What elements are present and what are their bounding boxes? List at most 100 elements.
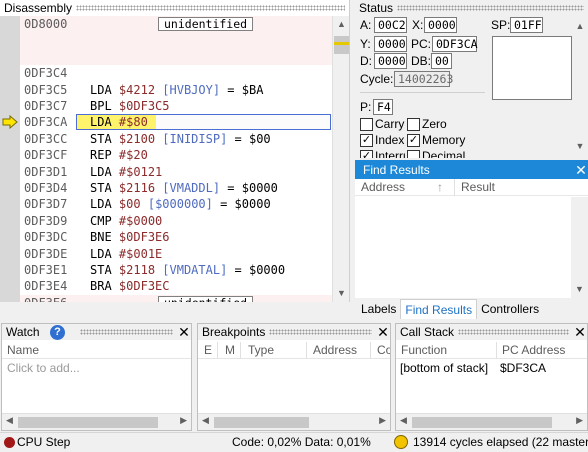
col-type[interactable]: Type [248,342,274,358]
tab-find-results[interactable]: Find Results [400,299,478,319]
line-address: 0DF3E4 [24,279,68,294]
scroll-down-arrow-icon[interactable]: ▼ [333,285,350,302]
find-results-scrollbar[interactable]: ▼ [571,197,588,298]
blank-line[interactable]: 0DF3C4 [20,65,332,81]
reg-pc-field[interactable]: 0DF3CA [432,36,478,52]
scrollbar-thumb[interactable] [214,417,309,428]
operand-label: [VMADDL] [162,181,221,195]
disassembly-line[interactable]: 0DF3D9 CMP #$0000 [20,213,332,229]
scroll-up-arrow-icon[interactable]: ▲ [572,18,588,35]
stack-view[interactable] [492,36,572,100]
col-address[interactable]: Address [361,179,405,196]
reg-db-field[interactable]: 00 [431,53,452,69]
flag-checkbox-index[interactable]: ✓ [360,134,373,147]
disassembly-line[interactable]: 0DF3E4 BRA $0DF3EC [20,278,332,294]
disassembly-code-view[interactable]: 0D8000 unidentified 0DF3C4 0DF3C5 LDA $4212 … [20,16,332,302]
col-pc-address[interactable]: PC Address [502,342,565,359]
drag-grip[interactable] [76,5,345,11]
col-divider [454,179,455,196]
unidentified-block[interactable]: 0DF3E6 unidentified [20,294,332,302]
table-row[interactable]: [bottom of stack] $DF3CA [396,360,587,377]
drag-grip[interactable] [269,329,372,335]
col-result[interactable]: Result [461,179,495,196]
scroll-right-arrow-icon[interactable]: ▶ [576,415,583,426]
operand: $00 [118,197,141,212]
disassembly-title: Disassembly [4,1,73,15]
col-enabled[interactable]: E [204,342,212,358]
col-divider [217,342,218,358]
col-function[interactable]: Function [401,342,447,359]
reg-sp-field[interactable]: 01FF [510,17,543,33]
watch-titlebar: Watch ? ✕ [2,324,191,340]
scroll-up-arrow-icon[interactable]: ▲ [333,16,350,33]
reg-p-field[interactable]: F4 [373,99,393,115]
opcode: BPL [90,99,112,113]
col-condition[interactable]: Co [377,342,390,358]
disassembly-line[interactable]: 0DF3E1 STA $2118 [VMDATAL] = $0000 [20,262,332,278]
call-stack-titlebar: Call Stack ✕ [396,324,587,340]
line-address: 0DF3DC [24,230,68,245]
disassembly-line[interactable]: 0DF3DC BNE $0DF3E6 [20,229,332,245]
scroll-left-arrow-icon[interactable]: ◀ [400,415,407,426]
reg-x-field[interactable]: 0000 [424,17,457,33]
operand: $2100 [118,131,156,146]
drag-grip[interactable] [79,329,173,335]
close-icon[interactable]: ✕ [177,325,191,339]
scrollbar-thumb[interactable] [334,36,349,54]
reg-d-field[interactable]: 0000 [374,53,407,69]
breakpoints-hscrollbar[interactable]: ◀ ▶ [198,413,390,430]
close-icon[interactable]: ✕ [574,163,588,177]
drag-grip[interactable] [397,5,584,11]
disassembly-line[interactable]: 0DF3D4 STA $2116 [VMADDL] = $0000 [20,180,332,196]
scroll-right-arrow-icon[interactable]: ▶ [379,415,386,426]
cycle-label: Cycle: [360,72,394,86]
disassembly-line[interactable]: 0DF3C7 BPL $0DF3C5 [20,98,332,114]
help-icon[interactable]: ? [50,325,65,340]
flag-checkbox-carry[interactable] [360,118,373,131]
reg-y-field[interactable]: 0000 [374,36,407,52]
scrollbar-thumb[interactable] [412,417,552,428]
watch-hscrollbar[interactable]: ◀ ▶ [2,413,191,430]
flag-checkbox-decimal[interactable] [407,150,420,158]
disassembly-titlebar: Disassembly [0,0,349,16]
scroll-down-arrow-icon[interactable]: ▼ [572,138,588,155]
call-stack-hscrollbar[interactable]: ◀ ▶ [396,413,587,430]
disassembly-line[interactable]: 0DF3CC STA $2100 [INIDISP] = $00 [20,131,332,147]
reg-a-field[interactable]: 00C2 [374,17,407,33]
tab-labels[interactable]: Labels [357,299,400,319]
disassembly-line[interactable]: 0DF3D1 LDA #$0121 [20,164,332,180]
unidentified-label[interactable]: unidentified [158,17,254,31]
find-results-panel: Find Results ✕ Address ↑ Result ▼ [355,160,588,298]
scroll-left-arrow-icon[interactable]: ◀ [6,415,13,426]
disassembly-line[interactable]: 0DF3CF REP #$20 [20,147,332,163]
breakpoint-gutter[interactable] [0,16,20,302]
disassembly-line[interactable]: 0DF3CA LDA #$80 [20,114,332,131]
disassembly-scrollbar[interactable]: ▲ ▼ [332,16,349,302]
close-icon[interactable]: ✕ [573,325,587,339]
flag-checkbox-interrupt[interactable]: ✓ [360,150,373,158]
col-mark[interactable]: M [225,342,235,358]
status-bar: CPU Step Code: 0,02% Data: 0,01% 13914 c… [0,432,588,452]
flag-checkbox-zero[interactable] [407,118,420,131]
unidentified-label[interactable]: unidentified [158,295,254,302]
blank-line[interactable] [20,32,332,49]
scrollbar-thumb[interactable] [18,417,158,428]
scroll-down-arrow-icon[interactable]: ▼ [571,281,588,298]
watch-add-placeholder[interactable]: Click to add... [7,361,80,375]
tab-controllers[interactable]: Controllers [477,299,543,319]
status-scrollbar[interactable]: ▲ ▼ [572,18,588,158]
flag-checkbox-memory[interactable]: ✓ [407,134,420,147]
drag-grip[interactable] [458,329,569,335]
scroll-left-arrow-icon[interactable]: ◀ [202,415,209,426]
blank-line[interactable] [20,48,332,66]
disassembly-line[interactable]: 0DF3C5 LDA $4212 [HVBJOY] = $BA [20,82,332,98]
scroll-right-arrow-icon[interactable]: ▶ [180,415,187,426]
unidentified-block[interactable]: 0D8000 unidentified [20,16,332,33]
call-stack-header: Function PC Address [396,342,587,359]
disassembly-line[interactable]: 0DF3D7 LDA $00 [$000000] = $0000 [20,196,332,212]
col-name[interactable]: Name [7,342,39,359]
col-address[interactable]: Address [313,342,357,358]
close-icon[interactable]: ✕ [376,325,390,339]
disassembly-line[interactable]: 0DF3DE LDA #$001E [20,246,332,262]
line-address: 0DF3C4 [24,66,68,81]
